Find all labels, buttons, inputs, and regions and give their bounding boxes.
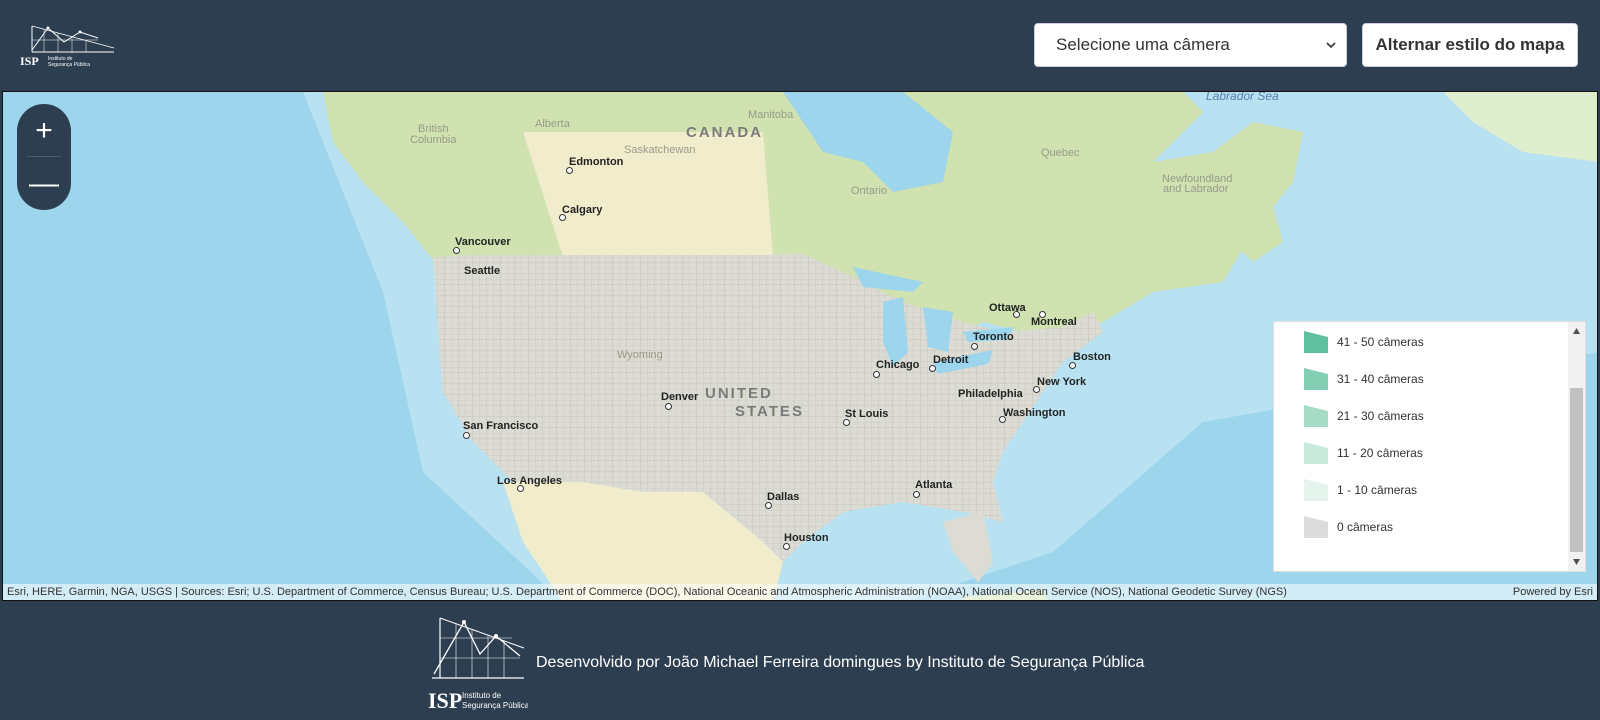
city-marker [463,432,470,439]
map-legend: 41 - 50 câmeras 31 - 40 câmeras 21 - 30 … [1273,321,1586,572]
legend-swatch [1304,442,1328,464]
zoom-control: + — [17,104,71,210]
scroll-up-icon[interactable] [1571,326,1582,337]
legend-item-label: 41 - 50 câmeras [1337,335,1424,349]
legend-item-label: 11 - 20 câmeras [1337,446,1423,460]
footer-credit-text: Desenvolvido por João Michael Ferreira d… [536,654,1145,671]
legend-swatch [1304,479,1328,501]
legend-swatch [1304,331,1328,353]
zoom-in-button[interactable]: + [17,104,71,157]
map-label-city: Los Angeles [497,475,562,487]
chevron-down-icon [1326,42,1336,49]
header: ISP Instituto de Segurança Pública Selec… [0,0,1600,90]
city-marker [971,343,978,350]
map-label-city: Toronto [973,331,1014,343]
legend-item: 11 - 20 câmeras [1304,441,1423,465]
legend-item: 0 câmeras [1304,515,1393,539]
map-label: Alberta [535,118,570,130]
city-marker [913,491,920,498]
city-marker [453,247,460,254]
map-label: Ontario [851,185,888,197]
map-label: and Labrador [1163,183,1229,195]
map-label: Wyoming [617,349,663,361]
map-label-city: Vancouver [455,236,511,248]
map-label-city: San Francisco [463,420,539,432]
map-label-city: Ottawa [989,302,1026,314]
map-label-city: Atlanta [915,479,953,491]
legend-item: 1 - 10 câmeras [1304,478,1417,502]
scroll-down-icon[interactable] [1571,556,1582,567]
map-label-city: Boston [1073,351,1111,363]
map-label-city: Washington [1003,407,1066,419]
map-label-city: Seattle [464,265,501,277]
logo-subtitle: Segurança Pública [48,62,90,68]
legend-item-label: 0 câmeras [1337,520,1394,534]
map-label: Labrador Sea [1206,91,1279,103]
map-label-city: Edmonton [569,156,624,168]
logo-subtitle: Segurança Pública [462,701,528,710]
map-label-city: Dallas [767,491,800,503]
logo-subtitle: Instituto de [462,691,502,700]
legend-swatch [1304,405,1328,427]
map-label-city: Detroit [933,354,969,366]
map-view[interactable]: Labrador Sea CANADA British Columbia Alb… [2,91,1598,601]
map-label-city: Chicago [876,359,920,371]
legend-item-label: 1 - 10 câmeras [1337,483,1418,497]
legend-item: 41 - 50 câmeras [1304,330,1424,354]
isp-logo: ISP Instituto de Segurança Pública [20,25,115,68]
map-label-city: New York [1037,376,1087,388]
isp-logo: ISP Instituto de Segurança Pública [428,617,528,713]
map-label: Columbia [410,134,457,146]
powered-by-link[interactable]: Powered by Esri [1503,586,1593,598]
city-marker [566,167,573,174]
map-label: Manitoba [748,109,794,121]
zoom-out-button[interactable]: — [17,157,71,210]
map-label-city: Montreal [1031,316,1077,328]
city-marker [843,419,850,426]
map-label-country: STATES [735,403,804,420]
map-label: Quebec [1041,147,1080,159]
toggle-map-style-button[interactable]: Alternar estilo do mapa [1362,23,1578,67]
city-marker [1069,362,1076,369]
logo-text: ISP [20,54,39,68]
city-marker [929,365,936,372]
city-marker [665,403,672,410]
city-marker [783,543,790,550]
legend-item-label: 31 - 40 câmeras [1337,372,1424,386]
city-marker [873,371,880,378]
scrollbar-thumb[interactable] [1570,388,1583,552]
map-label-city: Calgary [562,204,603,216]
camera-select-value: Selecione uma câmera [1056,35,1230,54]
map-label: Saskatchewan [624,144,696,156]
map-label-city: St Louis [845,408,889,420]
logo-text: ISP [428,688,462,713]
legend-swatch [1304,368,1328,390]
map-label-city: Philadelphia [958,388,1023,400]
legend-item: 21 - 30 câmeras [1304,404,1424,428]
map-label-country: CANADA [686,124,763,141]
legend-item: 31 - 40 câmeras [1304,367,1424,391]
attribution-text: Esri, HERE, Garmin, NGA, USGS | Sources:… [7,586,1287,598]
legend-scrollbar[interactable] [1568,322,1585,571]
legend-swatch [1304,516,1328,538]
map-label-country: UNITED [705,385,773,402]
map-label-city: Denver [661,391,699,403]
city-marker [765,502,772,509]
camera-select[interactable]: Selecione uma câmera [1034,23,1347,67]
map-label-city: Houston [784,532,829,544]
map-attribution: Esri, HERE, Garmin, NGA, USGS | Sources:… [3,584,1597,600]
legend-item-label: 21 - 30 câmeras [1337,409,1424,423]
